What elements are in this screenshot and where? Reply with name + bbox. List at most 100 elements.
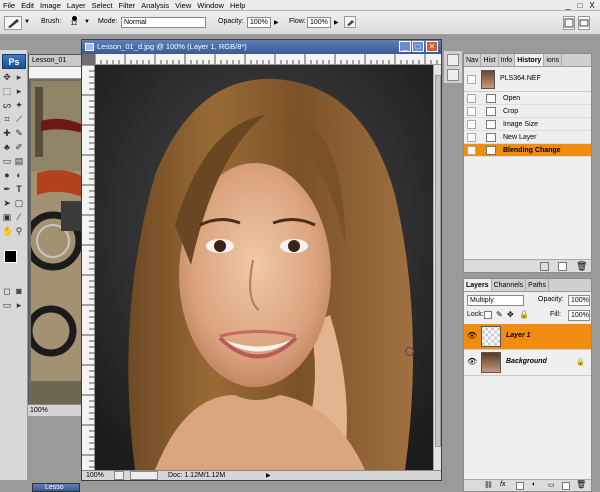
blend-mode-select[interactable]: Multiply	[467, 295, 524, 306]
mode-select[interactable]: Normal	[121, 17, 206, 28]
clone-stamp-tool-icon[interactable]: ♣	[2, 142, 12, 152]
menu-view[interactable]: View	[175, 1, 191, 10]
healing-brush-tool-icon[interactable]: ✚	[2, 128, 12, 138]
tab-actions[interactable]: ions	[544, 54, 563, 66]
fill-input[interactable]: 100%	[568, 310, 590, 321]
menu-edit[interactable]: Edit	[21, 1, 34, 10]
brush-tool-icon[interactable]: ✎	[14, 128, 24, 138]
eye-icon[interactable]: 👁	[467, 358, 477, 366]
eraser-tool-icon[interactable]: ▭	[2, 156, 12, 166]
vertical-ruler[interactable]	[82, 64, 95, 470]
history-item-open[interactable]: Open	[464, 92, 591, 105]
layer-row-layer-1[interactable]: 👁 Layer 1	[464, 324, 591, 350]
gradient-tool-icon[interactable]: ▤	[14, 156, 24, 166]
vertical-scrollbar[interactable]	[433, 65, 441, 470]
background-document-window[interactable]: Lesson_01	[28, 54, 89, 416]
history-brush-tool-icon[interactable]: ✐	[14, 142, 24, 152]
type-tool-icon[interactable]: T	[14, 184, 24, 194]
history-item-crop[interactable]: Crop	[464, 105, 591, 118]
flow-input[interactable]: 100%	[307, 17, 331, 28]
menu-filter[interactable]: Filter	[119, 1, 136, 10]
menu-select[interactable]: Select	[92, 1, 113, 10]
scrollbar-thumb[interactable]	[435, 75, 441, 447]
trash-icon[interactable]: 🗑	[576, 480, 586, 489]
chevron-right-icon[interactable]: ▶	[274, 19, 279, 26]
history-source-checkbox[interactable]	[467, 94, 476, 103]
tab-paths[interactable]: Paths	[526, 279, 550, 291]
dodge-tool-icon[interactable]: ◐	[14, 170, 24, 180]
palette-well-button[interactable]	[578, 16, 590, 30]
quick-mask-icon[interactable]: ◙	[14, 286, 24, 296]
history-source-checkbox[interactable]	[467, 107, 476, 116]
document-canvas[interactable]	[95, 65, 434, 470]
layer-group-icon[interactable]: ▭	[548, 481, 555, 489]
workspace-button[interactable]	[563, 16, 575, 30]
adjustment-layer-icon[interactable]: ◐	[532, 481, 536, 488]
crop-tool-icon[interactable]: ⌗	[2, 114, 12, 124]
menu-file[interactable]: File	[3, 1, 15, 10]
history-brush-source-icon[interactable]	[467, 146, 476, 155]
brush-picker[interactable]: 12	[68, 14, 80, 33]
screen-mode-icon[interactable]: ▭	[2, 300, 12, 310]
history-item-new-layer[interactable]: New Layer	[464, 131, 591, 144]
document-title-bar[interactable]: Lesson_01_d.jpg @ 100% (Layer 1, RGB/8*)	[82, 40, 441, 54]
pen-tool-icon[interactable]: ✒	[2, 184, 12, 194]
notes-tool-icon[interactable]: ▣	[2, 212, 12, 222]
layer-opacity-input[interactable]: 100%	[568, 295, 590, 306]
magic-wand-tool-icon[interactable]: ✦	[14, 100, 24, 110]
menu-analysis[interactable]: Analysis	[141, 1, 169, 10]
background-zoom-level[interactable]: 100%	[30, 407, 48, 414]
slice-tool-icon[interactable]: ⟋	[14, 114, 24, 124]
app-maximize-button[interactable]: □	[574, 0, 586, 11]
chevron-down-icon[interactable]: ▼	[24, 19, 30, 25]
minimized-document-tab[interactable]: Lesso	[32, 483, 80, 492]
tool-flyout-icon[interactable]: ▸	[14, 72, 24, 82]
lock-transparency-icon[interactable]	[484, 311, 492, 319]
shape-tool-icon[interactable]: ▢	[14, 198, 24, 208]
menu-image[interactable]: Image	[40, 1, 61, 10]
status-info-icon[interactable]	[114, 471, 124, 480]
tab-histogram[interactable]: Hist	[481, 54, 499, 66]
brushes-panel-button[interactable]	[447, 54, 459, 66]
lock-image-icon[interactable]: ✎	[496, 310, 503, 319]
blur-tool-icon[interactable]: ●	[2, 170, 12, 180]
zoom-tool-icon[interactable]: ⚲	[14, 226, 24, 236]
doc-maximize-button[interactable]: □	[412, 41, 424, 52]
hand-tool-icon[interactable]: ✋	[2, 226, 13, 236]
background-document-title[interactable]: Lesson_01	[29, 55, 89, 67]
status-menu-arrow-icon[interactable]: ▶	[266, 471, 271, 481]
lock-all-icon[interactable]: 🔒	[519, 310, 529, 319]
snapshot-source-checkbox[interactable]	[467, 75, 476, 84]
menu-window[interactable]: Window	[197, 1, 224, 10]
foreground-color-swatch[interactable]	[4, 250, 17, 263]
chevron-right-icon[interactable]: ▶	[334, 19, 339, 26]
link-layers-icon[interactable]: ⛓	[484, 481, 493, 489]
layer-row-background[interactable]: 👁 Background 🔒	[464, 350, 591, 376]
history-source-checkbox[interactable]	[467, 133, 476, 142]
menu-layer[interactable]: Layer	[67, 1, 86, 10]
tool-preset-picker[interactable]	[4, 16, 22, 30]
history-snapshot[interactable]: PLS364.NEF	[464, 68, 591, 92]
chevron-down-icon[interactable]: ▼	[84, 19, 90, 25]
imageready-icon[interactable]: ▸	[14, 300, 24, 310]
tool-flyout-icon[interactable]: ▸	[14, 86, 24, 96]
app-close-button[interactable]: X	[586, 0, 598, 11]
standard-mode-icon[interactable]: ◻	[2, 286, 12, 296]
new-layer-icon[interactable]	[562, 482, 570, 490]
tool-presets-panel-button[interactable]	[447, 69, 459, 81]
new-snapshot-icon[interactable]	[558, 262, 567, 271]
tab-navigator[interactable]: Nav	[464, 54, 482, 66]
eyedropper-tool-icon[interactable]: ⁄	[14, 212, 24, 222]
zoom-level[interactable]: 100%	[86, 471, 104, 481]
marquee-tool-icon[interactable]: ⬚	[2, 86, 12, 96]
doc-close-button[interactable]: ✕	[426, 41, 438, 52]
move-tool-icon[interactable]: ✥	[2, 72, 12, 82]
history-source-checkbox[interactable]	[467, 120, 476, 129]
photoshop-logo[interactable]: Ps	[2, 54, 26, 69]
menu-help[interactable]: Help	[230, 1, 245, 10]
trash-icon[interactable]: 🗑	[576, 261, 587, 272]
tab-history[interactable]: History	[515, 54, 545, 66]
history-item-image-size[interactable]: Image Size	[464, 118, 591, 131]
horizontal-ruler[interactable]	[95, 54, 441, 65]
layer-style-icon[interactable]: fx	[500, 481, 505, 488]
